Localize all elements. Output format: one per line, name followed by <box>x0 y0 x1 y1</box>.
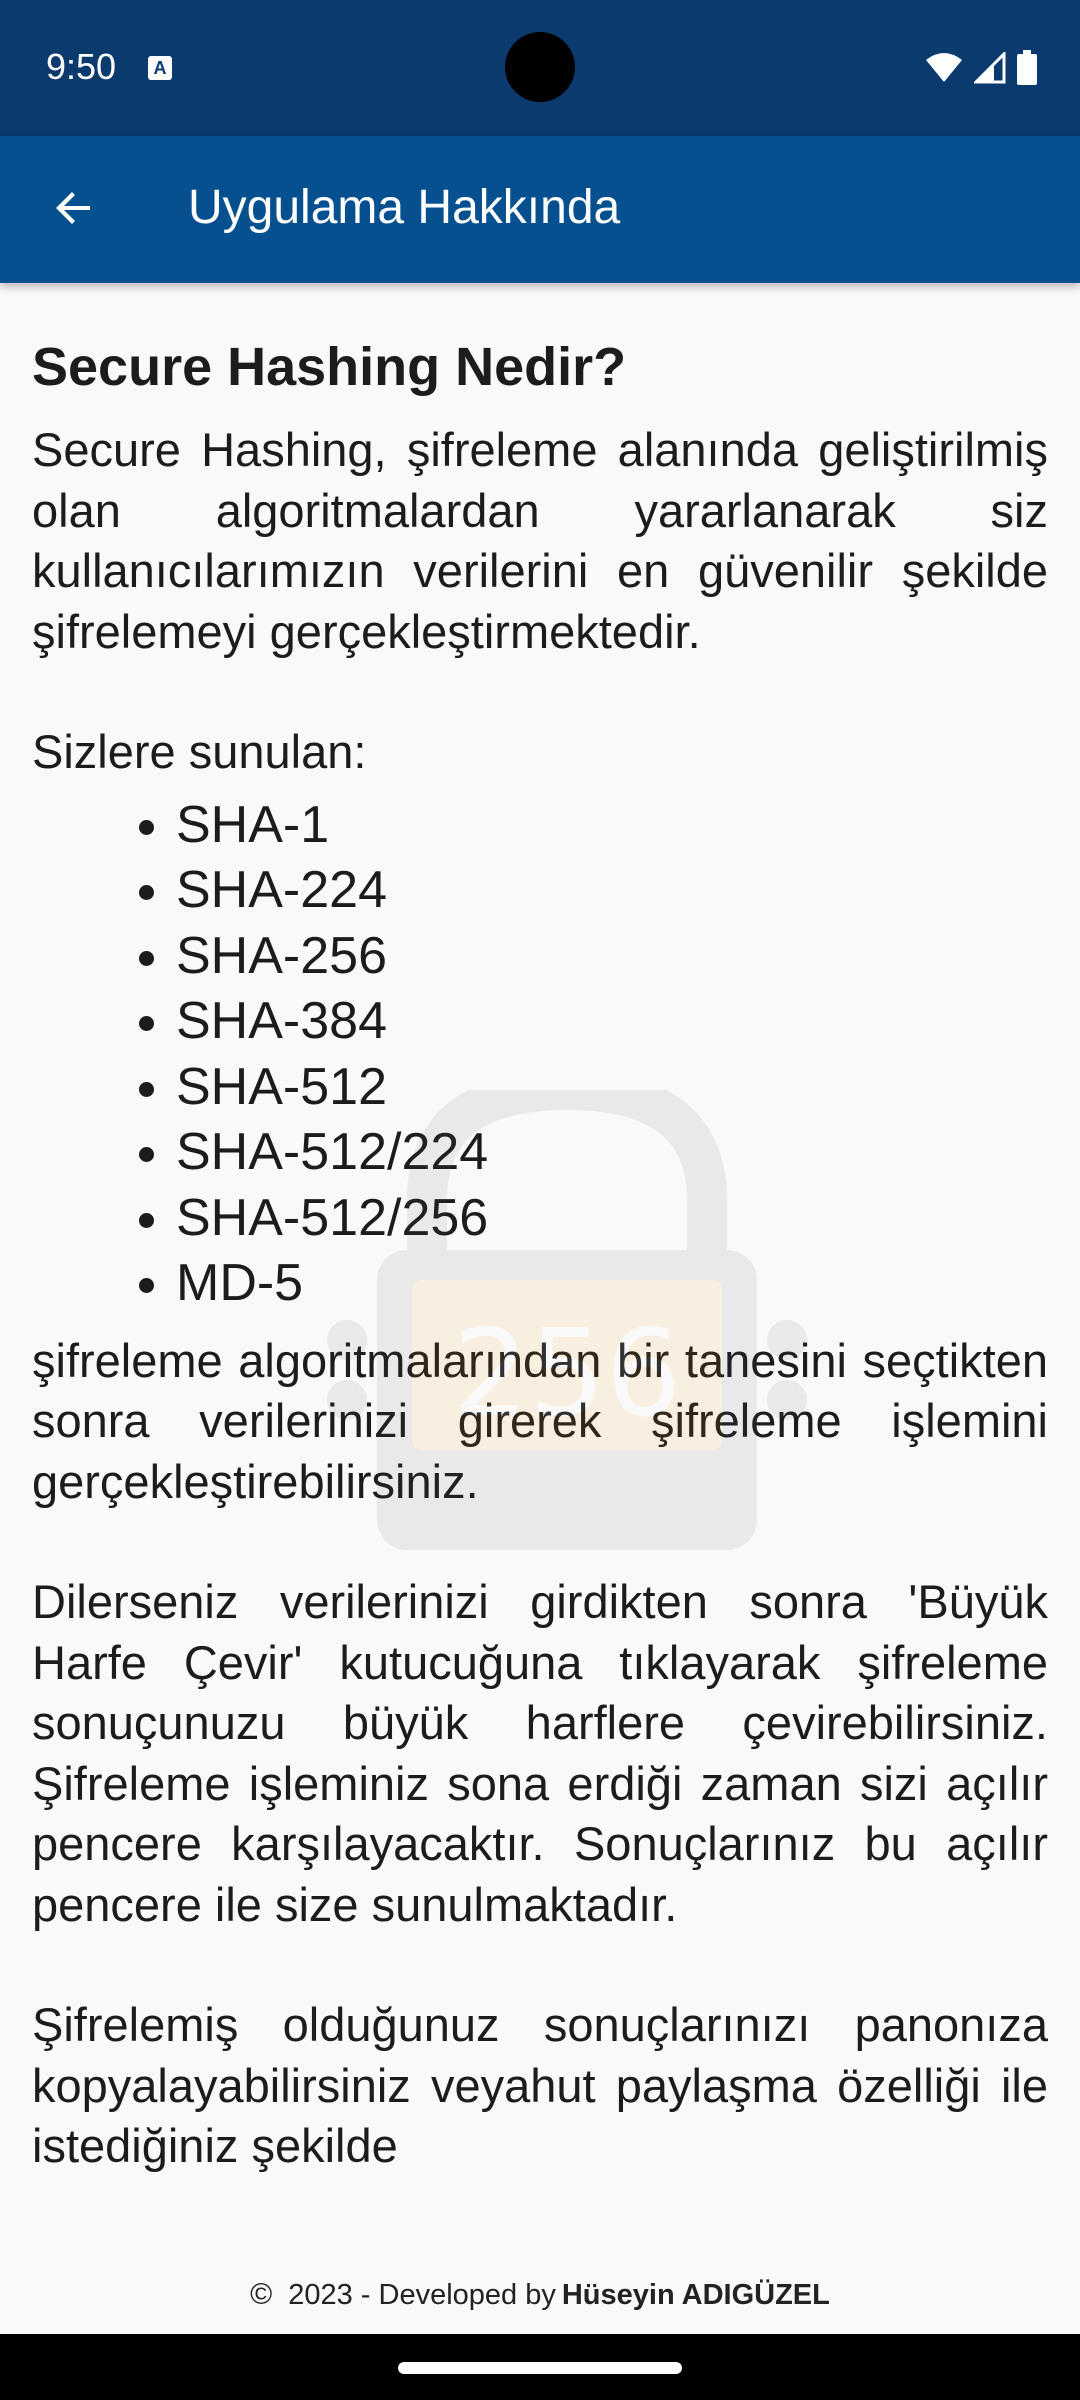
lock-watermark-icon: 256 <box>327 1090 807 1550</box>
footer-text: 2023 - Developed by <box>288 2278 556 2311</box>
status-time: 9:50 <box>46 46 117 87</box>
offered-label: Sizlere sunulan: <box>32 725 367 778</box>
battery-icon <box>1017 50 1037 85</box>
intro-paragraph: Secure Hashing, şifreleme alanında geliş… <box>32 423 1048 658</box>
app-bar: Uygulama Hakkında <box>0 136 1080 283</box>
home-indicator[interactable] <box>398 2362 682 2374</box>
signal-icon <box>974 52 1006 84</box>
back-button[interactable] <box>38 172 110 244</box>
about-content[interactable]: 256 Secure Hashing Nedir? Secure Hashing… <box>32 300 1048 2255</box>
list-item: SHA-1 <box>176 793 1048 859</box>
list-item: SHA-384 <box>176 989 1048 1055</box>
status-bar: 9:50 A <box>0 0 1080 136</box>
arrow-back-icon <box>56 192 90 224</box>
list-item: SHA-256 <box>176 924 1048 990</box>
page-title: Uygulama Hakkında <box>188 181 621 234</box>
watermark-label: 256 <box>452 1305 681 1444</box>
share-info-paragraph: Şifrelemiş olduğunuz sonuçlarınızı panon… <box>32 1998 1048 2172</box>
keyboard-notification-icon: A <box>148 56 172 80</box>
footer-author: Hüseyin ADIGÜZEL <box>561 2278 830 2311</box>
section-heading: Secure Hashing Nedir? <box>32 337 627 397</box>
uppercase-info-paragraph: Dilerseniz verilerinizi girdikten sonra … <box>32 1575 1048 1931</box>
navigation-bar <box>0 2334 1080 2400</box>
wifi-icon <box>926 53 962 82</box>
list-item: SHA-224 <box>176 858 1048 924</box>
footer: © 2023 - Developed by Hüseyin ADIGÜZEL <box>0 2265 1080 2325</box>
camera-cutout <box>505 32 575 102</box>
copyright-icon: © <box>250 2278 273 2311</box>
status-icons <box>924 50 1038 86</box>
